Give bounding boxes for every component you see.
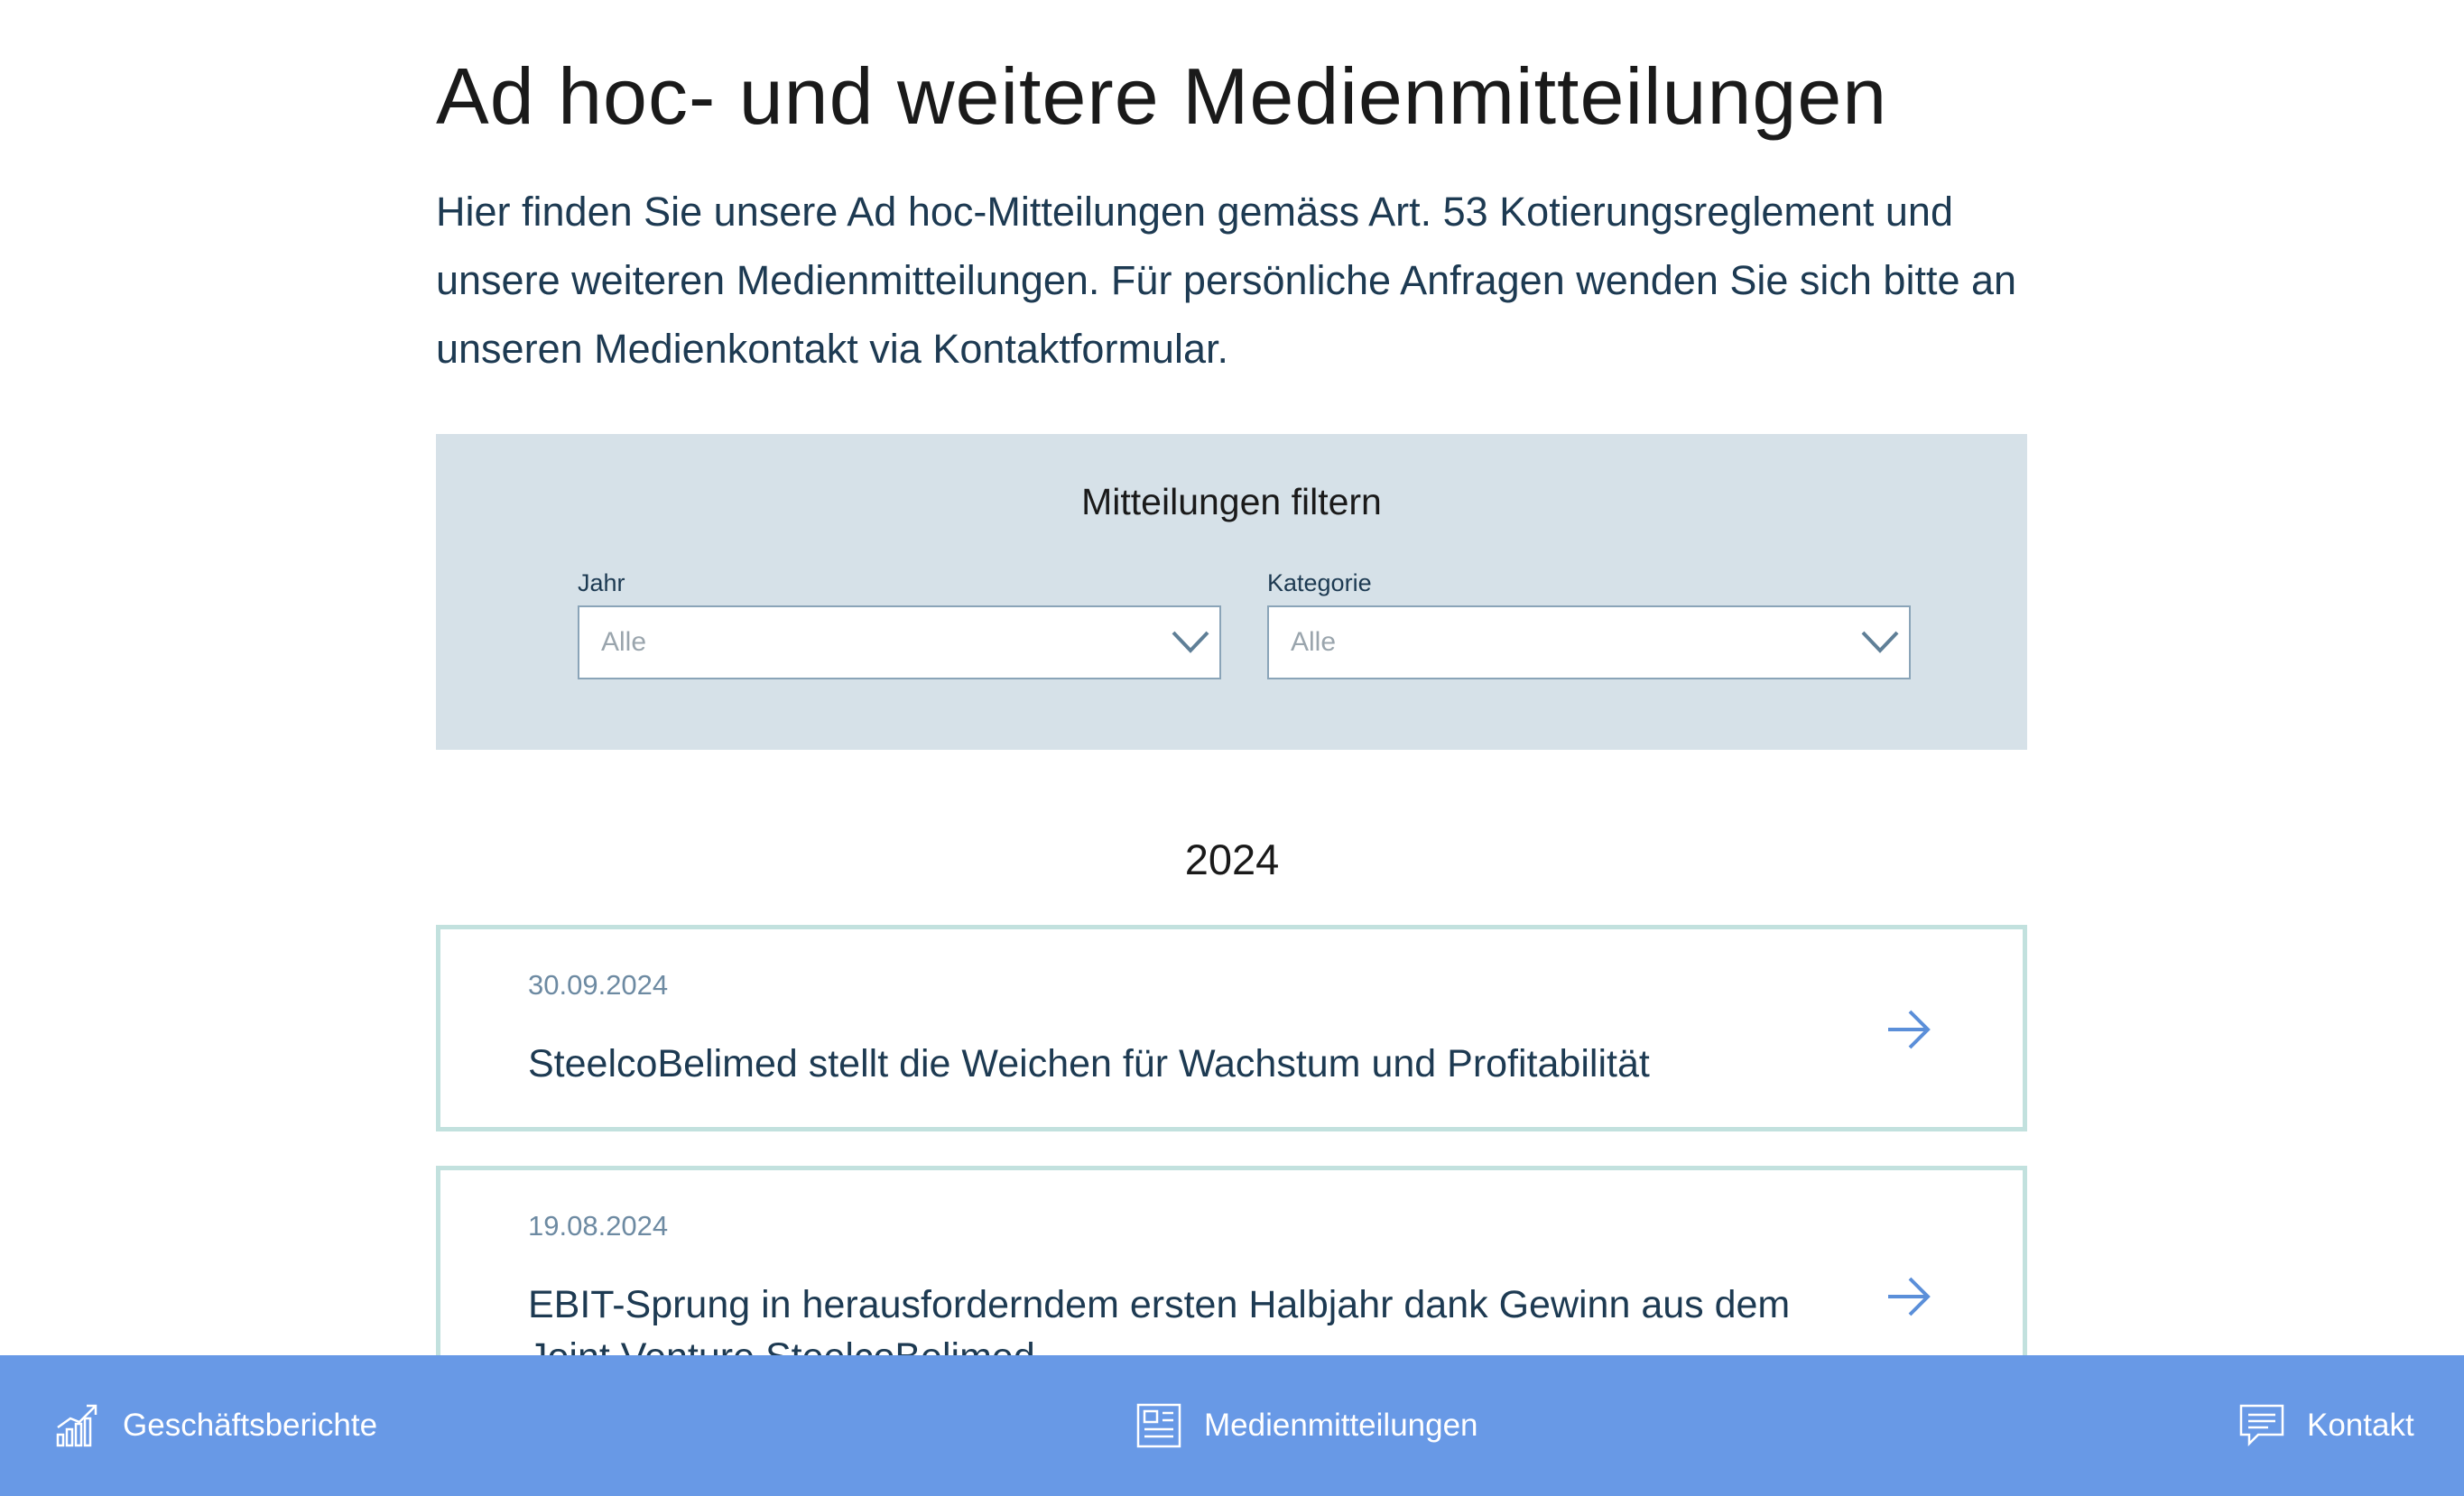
chevron-down-icon (1861, 631, 1899, 653)
page: Ad hoc- und weitere Medienmitteilungen H… (0, 0, 2464, 1496)
chat-bubble-icon (2239, 1404, 2284, 1447)
release-date: 19.08.2024 (528, 1210, 669, 1242)
nav-item-press-releases[interactable]: Medienmitteilungen (1135, 1355, 1478, 1496)
newspaper-icon (1136, 1403, 1181, 1448)
nav-item-contact[interactable]: Kontakt (2238, 1355, 2414, 1496)
category-filter-value: Alle (1291, 627, 1337, 657)
filter-panel: Mitteilungen filtern Jahr Alle Kategorie… (436, 434, 2027, 750)
page-title: Ad hoc- und weitere Medienmitteilungen (436, 51, 1888, 141)
category-filter-label: Kategorie (1267, 569, 1372, 596)
arrow-right-icon (1888, 1277, 1931, 1316)
chevron-down-icon (1172, 631, 1209, 653)
nav-label-reports: Geschäftsberichte (123, 1408, 378, 1443)
page-intro: Hier finden Sie unsere Ad hoc-Mitteilung… (436, 189, 2017, 372)
year-filter-select[interactable]: Alle (578, 605, 1221, 679)
release-title: SteelcoBelimed stellt die Weichen für Wa… (528, 1042, 1650, 1085)
nav-item-reports[interactable]: Geschäftsberichte (54, 1355, 377, 1496)
year-group-heading: 2024 (1184, 836, 1280, 883)
nav-label-contact: Kontakt (2307, 1408, 2414, 1443)
nav-label-press-releases: Medienmitteilungen (1204, 1408, 1478, 1443)
filter-heading: Mitteilungen filtern (1081, 481, 1382, 522)
bottom-nav-bar: Geschäftsberichte Medienmitteilungen Kon… (0, 1355, 2464, 1496)
category-filter-select[interactable]: Alle (1267, 605, 1911, 679)
release-date: 30.09.2024 (528, 969, 669, 1001)
bar-chart-trend-icon (56, 1404, 97, 1447)
release-card[interactable]: 30.09.2024 SteelcoBelimed stellt die Wei… (436, 925, 2027, 1131)
arrow-right-icon (1888, 1010, 1931, 1049)
year-filter-value: Alle (601, 627, 647, 657)
year-filter-label: Jahr (578, 569, 625, 596)
